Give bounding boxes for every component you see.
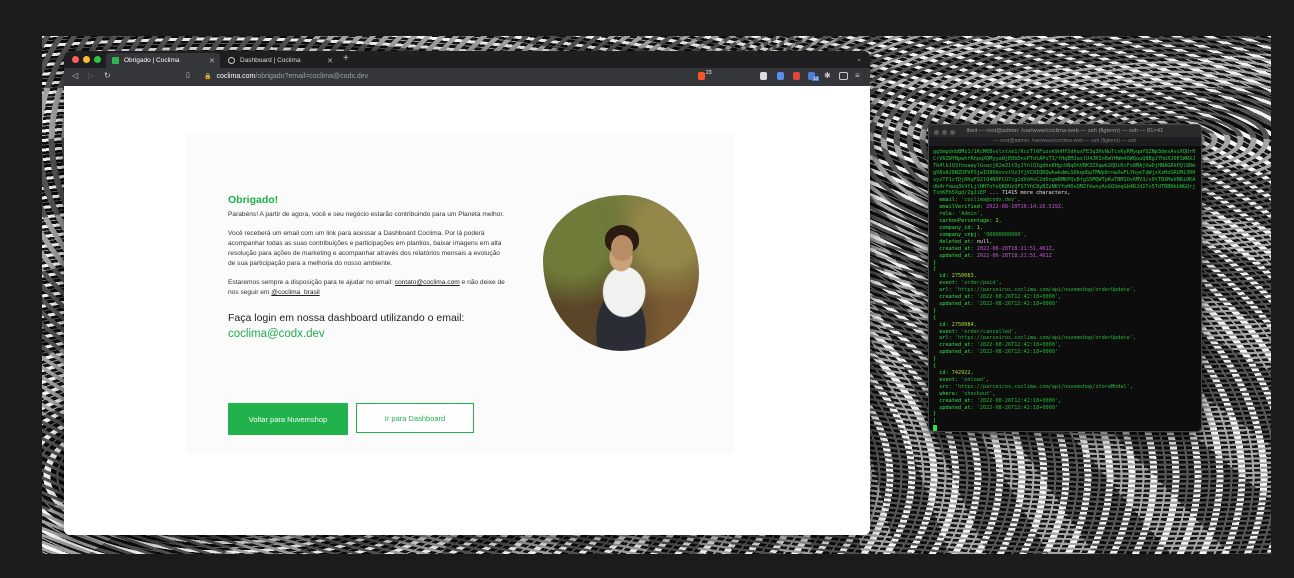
terminal-line: company_id: 1, <box>933 224 983 231</box>
terminal-line: { <box>933 266 937 273</box>
dashboard-paragraph: Você receberá um email com um link para … <box>228 230 502 267</box>
terminal-line: } <box>933 307 937 314</box>
terminal-line: emailVerified: 2022-08-10T16:14:20.519Z, <box>933 204 1065 211</box>
browser-window: Obrigado | Coclima ✕ Dashboard | Coclima… <box>64 51 870 535</box>
tab-title: Obrigado | Coclima <box>124 57 180 64</box>
brave-badge: 23 <box>706 70 712 76</box>
terminal-close-button[interactable] <box>934 130 939 135</box>
new-tab-button[interactable]: + <box>343 53 349 64</box>
tab-title: Dashboard | Coclima <box>240 57 301 64</box>
terminal-line: id: 2750084, <box>933 321 977 328</box>
terminal-line: } <box>933 356 937 363</box>
terminal-line: updated_at: '2022-08-26T12:42:18+0000' <box>933 349 1058 356</box>
login-email: coclima@codx.dev <box>228 328 325 340</box>
terminal-titlebar: lbeit — root@admin: /var/www/coclima-web… <box>929 125 1201 137</box>
extension-1-icon[interactable] <box>760 72 767 80</box>
terminal-line: } <box>933 411 937 418</box>
terminal-lines: email: 'coclima@codx.dev', emailVerified… <box>933 197 1197 425</box>
close-window-button[interactable] <box>72 56 79 63</box>
forward-icon[interactable]: ▷ <box>88 71 94 80</box>
terminal-line: id: 742922, <box>933 370 974 376</box>
terminal-line: company_cnpj: '00000000000', <box>933 231 1027 238</box>
instagram-link[interactable]: @coclima_brasil <box>271 289 319 296</box>
terminal-line: updated_at: '2022-08-26T12:42:18+0000' <box>933 300 1058 307</box>
extension-2-icon[interactable] <box>777 72 784 80</box>
lock-icon: 🔒 <box>204 74 212 80</box>
extension-3-icon[interactable] <box>793 72 800 80</box>
address-bar[interactable]: 🔒 coclima.com/obrigado?email=coclima@codx… <box>204 71 704 83</box>
terminal-line: { <box>933 314 937 321</box>
terminal-blob: ggSmpdnbBMz1/1KcM6Bvvlxtxe1/KccTl6Fuzsk9… <box>933 149 1196 197</box>
url-host: coclima.com <box>216 73 256 80</box>
terminal-line: created_at: 2022-06-28T18:21:51.461Z, <box>933 245 1055 252</box>
tab-bar: Obrigado | Coclima ✕ Dashboard | Coclima… <box>64 51 870 68</box>
sidebar-icon[interactable] <box>839 72 848 80</box>
url-path: /obrigado?email=coclima@codx.dev <box>255 73 369 80</box>
terminal-line: { <box>933 363 937 370</box>
terminal-line: role: 'Admin', <box>933 211 983 218</box>
terminal-line: created_at: '2022-08-26T12:42:18+0000', <box>933 294 1062 301</box>
terminal-line: deleted_at: null, <box>933 238 993 245</box>
congrats-paragraph: Parabéns! A partir de agora, você e seu … <box>228 211 505 218</box>
close-tab-icon[interactable]: ✕ <box>327 57 333 65</box>
terminal-line: } <box>933 259 937 266</box>
terminal-title: lbeit — root@admin: /var/www/coclima-web… <box>966 128 1164 134</box>
terminal-minimize-button[interactable] <box>942 130 947 135</box>
bookmark-icon[interactable]: ▯ <box>186 71 190 79</box>
terminal-line: updated_at: 2022-06-28T18:21:51.461Z <box>933 252 1052 259</box>
page-title: Obrigado! <box>228 194 279 206</box>
terminal-line: event: 'onload', <box>933 376 990 383</box>
terminal-window[interactable]: lbeit — root@admin: /var/www/coclima-web… <box>928 124 1202 432</box>
terminal-tab: — root@admin: /var/www/coclima-web — ssh… <box>929 137 1201 146</box>
text-column: Obrigado! Parabéns! A partir de agora, v… <box>228 194 508 341</box>
address-toolbar: ◁ ▷ ↻ ▯ 🔒 coclima.com/obrigado?email=cocl… <box>64 68 870 86</box>
contact-text: Estaremos sempre a disposição para te aj… <box>228 279 395 286</box>
coclima-favicon-icon <box>112 57 119 64</box>
minimize-window-button[interactable] <box>83 56 90 63</box>
terminal-line: ] <box>933 418 937 425</box>
terminal-line: url: 'https://parceiros.coclima.com/api/… <box>933 335 1137 342</box>
terminal-line: created_at: '2022-08-26T12:42:18+0000', <box>933 397 1062 404</box>
globe-icon <box>228 57 235 64</box>
close-tab-icon[interactable]: ✕ <box>209 57 215 65</box>
back-to-nuvemshop-button[interactable]: Voltar para Nuvemshop <box>228 403 348 435</box>
login-instructions: Faça login em nossa dashboard utilizando… <box>228 312 465 324</box>
back-icon[interactable]: ◁ <box>72 71 78 80</box>
tab-dashboard[interactable]: Dashboard | Coclima ✕ <box>222 53 338 68</box>
terminal-line: url: 'https://parceiros.coclima.com/api/… <box>933 287 1137 294</box>
contact-email-link[interactable]: contato@coclima.com <box>395 279 460 286</box>
terminal-line: updated_at: '2022-08-26T12:42:18+0000' <box>933 404 1058 411</box>
terminal-line: id: 2750083, <box>933 273 977 280</box>
contact-paragraph: Estaremos sempre a disposição para te aj… <box>228 278 508 298</box>
terminal-output: ggSmpdnbBMz1/1KcM6Bvvlxtxe1/KccTl6Fuzsk9… <box>929 146 1201 431</box>
terminal-line: created_at: '2022-08-26T12:42:18+0000', <box>933 342 1062 349</box>
terminal-line: event: 'order/paid', <box>933 280 1002 287</box>
extension-badge: 14 <box>812 76 820 81</box>
menu-icon[interactable]: ≡ <box>855 71 860 80</box>
puzzle-extensions-icon[interactable]: ✱ <box>824 71 831 80</box>
tab-search-chevron-icon[interactable]: ⌄ <box>856 55 862 63</box>
terminal-line: where: 'checkout', <box>933 390 996 397</box>
maximize-window-button[interactable] <box>94 56 101 63</box>
tab-obrigado[interactable]: Obrigado | Coclima ✕ <box>106 53 220 68</box>
brave-shields-icon[interactable] <box>698 72 705 80</box>
terminal-maximize-button[interactable] <box>950 130 955 135</box>
terminal-line: email: 'coclima@codx.dev', <box>933 197 1021 204</box>
reload-icon[interactable]: ↻ <box>104 71 111 80</box>
terminal-line: src: 'https://parceiros.coclima.com/api/… <box>933 383 1133 390</box>
terminal-line: carbonPercentage: 2, <box>933 218 1002 225</box>
page-content: Obrigado! Parabéns! A partir de agora, v… <box>64 86 870 535</box>
go-to-dashboard-button[interactable]: Ir para Dashboard <box>356 403 474 433</box>
terminal-line: event: 'order/cancelled', <box>933 328 1018 335</box>
terminal-cursor <box>933 425 937 431</box>
